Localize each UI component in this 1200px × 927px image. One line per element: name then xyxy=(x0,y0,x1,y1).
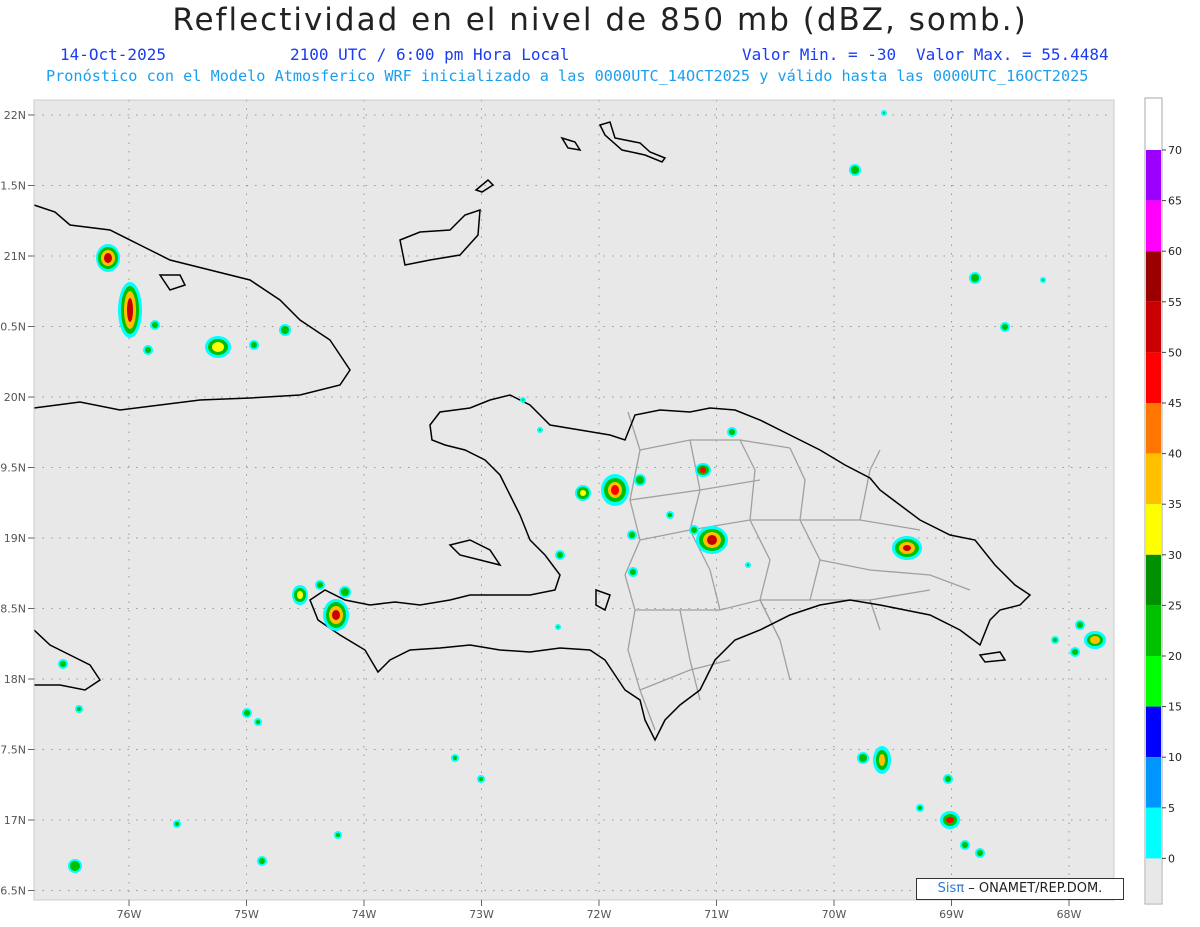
lat-tick-label: 22N xyxy=(4,109,26,122)
lat-tick-label: 7.5N xyxy=(0,744,26,757)
colorbar-segment xyxy=(1146,200,1161,252)
lat-tick-label: 17N xyxy=(4,814,26,827)
colorbar-label: 10 xyxy=(1168,751,1182,764)
colorbar-label: 50 xyxy=(1168,346,1182,359)
colorbar-segment xyxy=(1146,251,1161,302)
colorbar-label: 0 xyxy=(1168,852,1175,865)
longitude-axis: 76W 75W 74W 73W 72W 71W 70W 69W 68W xyxy=(117,900,1082,921)
colorbar-label: 30 xyxy=(1168,549,1182,562)
lon-tick-label: 75W xyxy=(234,908,259,921)
colorbar-segment xyxy=(1146,807,1161,859)
colorbar-segment xyxy=(1146,656,1161,707)
lat-tick-label: 8.5N xyxy=(0,603,26,616)
colorbar-segment xyxy=(1146,554,1161,606)
credit-pi: π xyxy=(956,881,965,896)
lat-tick-label: 9.5N xyxy=(0,462,26,475)
colorbar-label: 70 xyxy=(1168,144,1182,157)
lon-tick-label: 72W xyxy=(587,908,612,921)
colorbar: 7065605550454035302520151050 xyxy=(1144,97,1182,905)
colorbar-segment xyxy=(1146,605,1161,656)
colorbar-label: 20 xyxy=(1168,650,1182,663)
credit-box: Sisπ – ONAMET/REP.DOM. xyxy=(916,878,1124,900)
colorbar-label: 35 xyxy=(1168,498,1182,511)
colorbar-label: 15 xyxy=(1168,701,1182,714)
colorbar-label: 45 xyxy=(1168,397,1182,410)
credit-text: – ONAMET/REP.DOM. xyxy=(968,881,1103,896)
colorbar-segment xyxy=(1146,403,1161,454)
colorbar-segment xyxy=(1146,301,1161,353)
latitude-axis: 22N 1.5N 21N 0.5N 20N 9.5N 19N 8.5N 18N 7.5N 17N 6.… xyxy=(0,109,34,898)
lat-tick-label: 18N xyxy=(4,673,26,686)
colorbar-label: 40 xyxy=(1168,448,1182,461)
colorbar-segment xyxy=(1146,757,1161,808)
lat-tick-label: 19N xyxy=(4,532,26,545)
colorbar-segment xyxy=(1146,706,1161,758)
lat-tick-label: 6.5N xyxy=(0,885,26,898)
colorbar-segment xyxy=(1146,150,1161,201)
colorbar-segment xyxy=(1146,352,1161,403)
lat-tick-label: 1.5N xyxy=(0,180,26,193)
colorbar-label: 5 xyxy=(1168,802,1175,815)
colorbar-segment xyxy=(1146,504,1161,555)
lon-tick-label: 71W xyxy=(704,908,729,921)
colorbar-below-zero xyxy=(1146,853,1161,903)
lat-tick-label: 21N xyxy=(4,250,26,263)
lon-tick-label: 73W xyxy=(469,908,494,921)
lon-tick-label: 70W xyxy=(822,908,847,921)
credit-sis: Sis xyxy=(937,881,957,896)
lon-tick-label: 68W xyxy=(1057,908,1082,921)
colorbar-segment xyxy=(1146,453,1161,505)
lat-tick-label: 0.5N xyxy=(0,321,26,334)
lon-tick-label: 74W xyxy=(352,908,377,921)
reflectivity-map: 22N 1.5N 21N 0.5N 20N 9.5N 19N 8.5N 18N 7.5N 17N 6.… xyxy=(0,97,1182,921)
colorbar-label: 55 xyxy=(1168,296,1182,309)
colorbar-label: 65 xyxy=(1168,195,1182,208)
lat-tick-label: 20N xyxy=(4,391,26,404)
colorbar-label: 25 xyxy=(1168,599,1182,612)
colorbar-label: 60 xyxy=(1168,245,1182,258)
lon-tick-label: 76W xyxy=(117,908,142,921)
lon-tick-label: 69W xyxy=(939,908,964,921)
